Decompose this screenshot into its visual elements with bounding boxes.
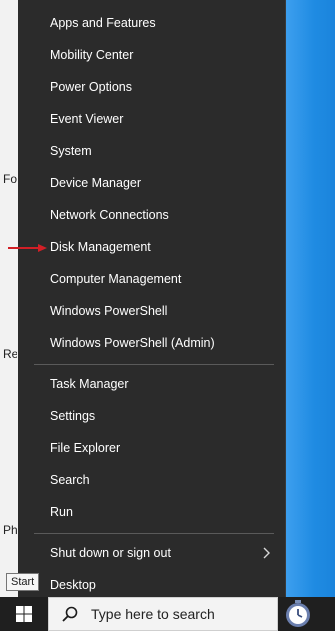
desktop-strip-right [284, 0, 335, 600]
menu-item-event-viewer[interactable]: Event Viewer [18, 103, 285, 135]
menu-separator [34, 533, 274, 534]
menu-item-disk-management[interactable]: Disk Management [18, 231, 285, 263]
windows-logo-icon [16, 606, 32, 622]
menu-item-label: Event Viewer [50, 112, 124, 126]
search-icon [49, 605, 85, 623]
menu-item-label: Windows PowerShell (Admin) [50, 336, 215, 350]
search-placeholder: Type here to search [91, 606, 215, 622]
menu-item-file-explorer[interactable]: File Explorer [18, 432, 285, 464]
taskbar: Type here to search [0, 597, 335, 631]
menu-item-search[interactable]: Search [18, 464, 285, 496]
menu-item-label: Mobility Center [50, 48, 134, 62]
menu-item-windows-powershell-admin[interactable]: Windows PowerShell (Admin) [18, 327, 285, 359]
menu-item-mobility-center[interactable]: Mobility Center [18, 39, 285, 71]
start-tooltip: Start [6, 573, 40, 591]
menu-item-label: Device Manager [50, 176, 142, 190]
menu-item-label: Task Manager [50, 377, 129, 391]
winx-quick-link-menu: Apps and Features Mobility Center Power … [18, 0, 286, 610]
menu-item-settings[interactable]: Settings [18, 400, 285, 432]
menu-item-computer-management[interactable]: Computer Management [18, 263, 285, 295]
menu-item-label: Search [50, 473, 90, 487]
menu-item-shut-down-or-sign-out[interactable]: Shut down or sign out [18, 537, 285, 569]
timer-clock-button[interactable] [278, 597, 318, 631]
menu-item-system[interactable]: System [18, 135, 285, 167]
menu-item-label: Shut down or sign out [50, 546, 171, 560]
menu-item-label: File Explorer [50, 441, 121, 455]
menu-item-label: Power Options [50, 80, 132, 94]
menu-item-label: Settings [50, 409, 96, 423]
taskbar-search-box[interactable]: Type here to search [48, 597, 278, 631]
menu-separator [34, 364, 274, 365]
red-pointer-arrow-icon [8, 244, 47, 252]
menu-item-label: Network Connections [50, 208, 169, 222]
menu-item-power-options[interactable]: Power Options [18, 71, 285, 103]
menu-item-task-manager[interactable]: Task Manager [18, 368, 285, 400]
timer-clock-icon [286, 600, 310, 627]
desktop-window-strip-left [0, 0, 18, 600]
menu-item-windows-powershell[interactable]: Windows PowerShell [18, 295, 285, 327]
desktop-icon-label-partial[interactable]: Fo [3, 172, 17, 186]
chevron-right-icon [263, 547, 270, 559]
menu-item-label: Computer Management [50, 272, 182, 286]
menu-item-run[interactable]: Run [18, 496, 285, 528]
menu-item-device-manager[interactable]: Device Manager [18, 167, 285, 199]
menu-item-label: Apps and Features [50, 16, 156, 30]
desktop-icon-label-partial[interactable]: Re [3, 347, 17, 361]
menu-item-label: Run [50, 505, 73, 519]
menu-item-network-connections[interactable]: Network Connections [18, 199, 285, 231]
menu-item-label: System [50, 144, 92, 158]
start-button[interactable] [0, 597, 48, 631]
menu-item-apps-and-features[interactable]: Apps and Features [18, 7, 285, 39]
menu-item-label: Windows PowerShell [50, 304, 168, 318]
desktop-icon-label-partial[interactable]: Ph [3, 523, 17, 537]
